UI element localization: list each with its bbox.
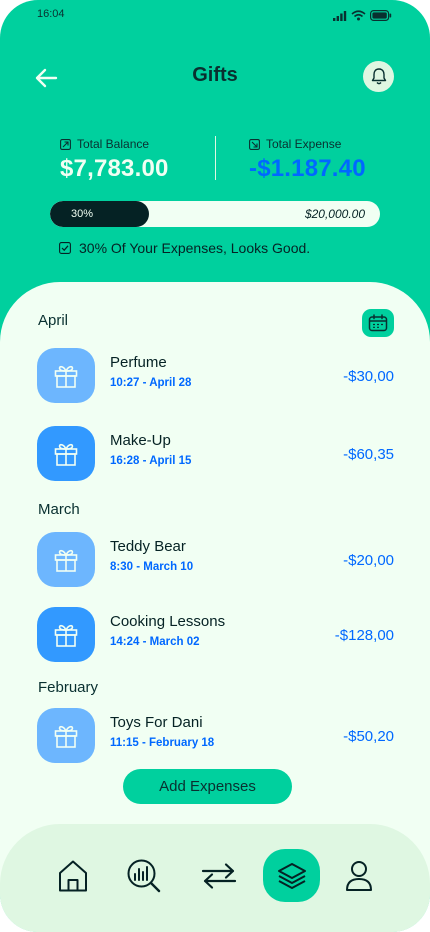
- bottom-nav: [0, 824, 430, 932]
- transaction-amount: -$60,35: [343, 446, 394, 463]
- add-expenses-button[interactable]: Add Expenses: [123, 769, 292, 804]
- status-message: 30% Of Your Expenses, Looks Good.: [59, 240, 310, 256]
- total-expense: Total Expense -$1.187.40: [249, 137, 366, 183]
- transaction-name: Perfume: [110, 354, 167, 371]
- nav-profile[interactable]: [330, 849, 387, 902]
- nav-home[interactable]: [44, 849, 101, 902]
- transaction-item[interactable]: Perfume 10:27 - April 28 -$30,00: [37, 348, 397, 406]
- bell-icon: [371, 68, 386, 85]
- wifi-icon: [351, 10, 366, 21]
- transaction-date: 10:27 - April 28: [110, 377, 192, 389]
- transactions-icon: [201, 862, 236, 889]
- nav-analysis[interactable]: [115, 849, 172, 902]
- transaction-date: 8:30 - March 10: [110, 561, 194, 573]
- transaction-name: Make-Up: [110, 432, 171, 449]
- transaction-amount: -$50,20: [343, 728, 394, 745]
- status-bar: 16:04: [0, 8, 430, 24]
- total-expense-label: Total Expense: [266, 137, 342, 151]
- month-label-april: April: [38, 312, 69, 329]
- notifications-button[interactable]: [363, 61, 394, 92]
- total-balance-label: Total Balance: [77, 137, 150, 151]
- checkbox-icon: [59, 242, 71, 254]
- progress-fill: [50, 201, 149, 227]
- gift-icon: [37, 708, 95, 763]
- transaction-name: Toys For Dani: [110, 714, 203, 731]
- income-arrow-icon: [60, 138, 71, 150]
- transaction-amount: -$30,00: [343, 368, 394, 385]
- gift-icon: [37, 607, 95, 662]
- transaction-name: Teddy Bear: [110, 538, 186, 555]
- calendar-icon: [368, 314, 388, 332]
- transaction-amount: -$20,00: [343, 552, 394, 569]
- transaction-date: 11:15 - February 18: [110, 737, 215, 749]
- transaction-name: Cooking Lessons: [110, 613, 226, 630]
- calendar-button[interactable]: [362, 309, 394, 337]
- transaction-amount: -$128,00: [334, 627, 394, 644]
- expense-arrow-icon: [249, 138, 260, 150]
- categories-icon: [277, 862, 306, 889]
- gift-icon: [37, 426, 95, 481]
- home-icon: [58, 860, 87, 891]
- nav-categories[interactable]: [263, 849, 320, 902]
- month-label-february: February: [38, 679, 99, 696]
- progress-goal: $20,000.00: [304, 207, 365, 221]
- transaction-item[interactable]: Toys For Dani 11:15 - February 18 -$50,2…: [37, 708, 397, 766]
- expense-progress-bar: 30% $20,000.00: [50, 201, 380, 227]
- signal-icon: [333, 10, 347, 21]
- transaction-item[interactable]: Make-Up 16:28 - April 15 -$60,35: [37, 426, 397, 484]
- total-balance: Total Balance $7,783.00: [60, 137, 169, 183]
- profile-icon: [345, 860, 372, 891]
- battery-icon: [370, 10, 392, 21]
- transaction-date: 16:28 - April 15: [110, 455, 192, 467]
- status-time: 16:04: [37, 8, 65, 20]
- transaction-item[interactable]: Cooking Lessons 14:24 - March 02 -$128,0…: [37, 607, 397, 665]
- gift-icon: [37, 532, 95, 587]
- total-expense-value: -$1.187.40: [249, 155, 366, 182]
- nav-transactions[interactable]: [190, 849, 247, 902]
- status-message-text: 30% Of Your Expenses, Looks Good.: [79, 240, 311, 256]
- status-icons: [333, 10, 392, 21]
- transaction-item[interactable]: Teddy Bear 8:30 - March 10 -$20,00: [37, 532, 397, 590]
- month-label-march: March: [38, 501, 80, 518]
- progress-percent: 30%: [71, 208, 94, 220]
- gift-icon: [37, 348, 95, 403]
- transaction-date: 14:24 - March 02: [110, 636, 200, 648]
- phone-screen: 16:04 Gifts Total Balance $7,783.00 Tota…: [0, 0, 430, 932]
- divider: [215, 136, 216, 180]
- total-balance-value: $7,783.00: [60, 155, 169, 182]
- analysis-icon: [127, 859, 160, 892]
